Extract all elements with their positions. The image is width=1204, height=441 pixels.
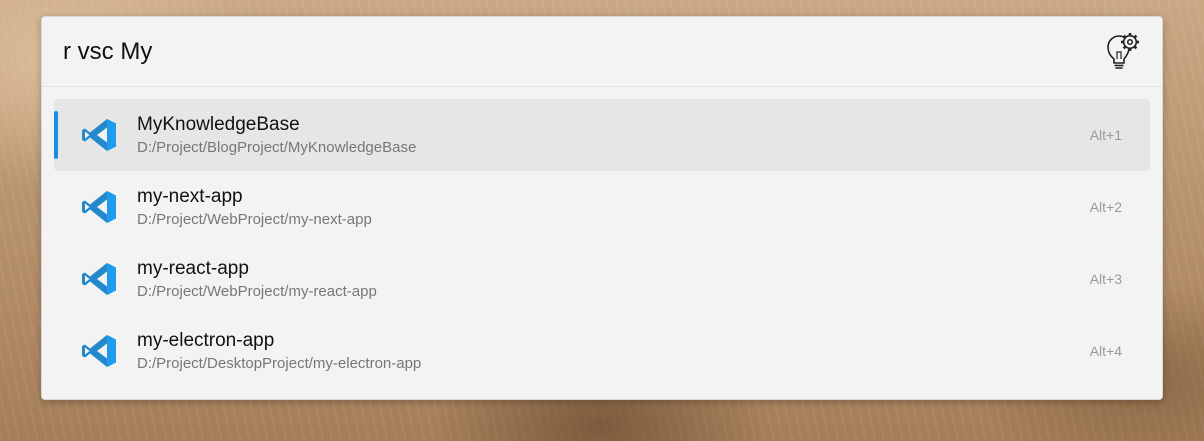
result-title: MyKnowledgeBase <box>137 114 300 135</box>
result-path: D:/Project/WebProject/my-react-app <box>137 283 377 300</box>
result-item[interactable]: my-electron-app D:/Project/DesktopProjec… <box>54 315 1150 387</box>
vscode-icon <box>82 263 116 295</box>
result-title: my-next-app <box>137 186 243 207</box>
search-bar <box>42 17 1162 87</box>
launcher-window: MyKnowledgeBase D:/Project/BlogProject/M… <box>41 16 1163 400</box>
vscode-icon <box>82 335 116 367</box>
result-shortcut: Alt+2 <box>1089 199 1122 215</box>
result-path: D:/Project/BlogProject/MyKnowledgeBase <box>137 139 417 156</box>
result-item[interactable]: my-next-app D:/Project/WebProject/my-nex… <box>54 171 1150 243</box>
result-path: D:/Project/WebProject/my-next-app <box>137 211 372 228</box>
selected-indicator <box>54 111 58 159</box>
vscode-icon <box>82 119 116 151</box>
vscode-icon <box>82 191 116 223</box>
result-item[interactable]: my-react-app D:/Project/WebProject/my-re… <box>54 243 1150 315</box>
result-title: my-electron-app <box>137 330 275 351</box>
lightbulb-gear-icon[interactable] <box>1105 32 1141 70</box>
result-title: my-react-app <box>137 258 249 279</box>
result-shortcut: Alt+1 <box>1089 127 1122 143</box>
result-shortcut: Alt+4 <box>1089 343 1122 359</box>
search-input[interactable] <box>63 34 1063 70</box>
result-shortcut: Alt+3 <box>1089 271 1122 287</box>
result-path: D:/Project/DesktopProject/my-electron-ap… <box>137 355 422 372</box>
result-item[interactable]: MyKnowledgeBase D:/Project/BlogProject/M… <box>54 99 1150 171</box>
